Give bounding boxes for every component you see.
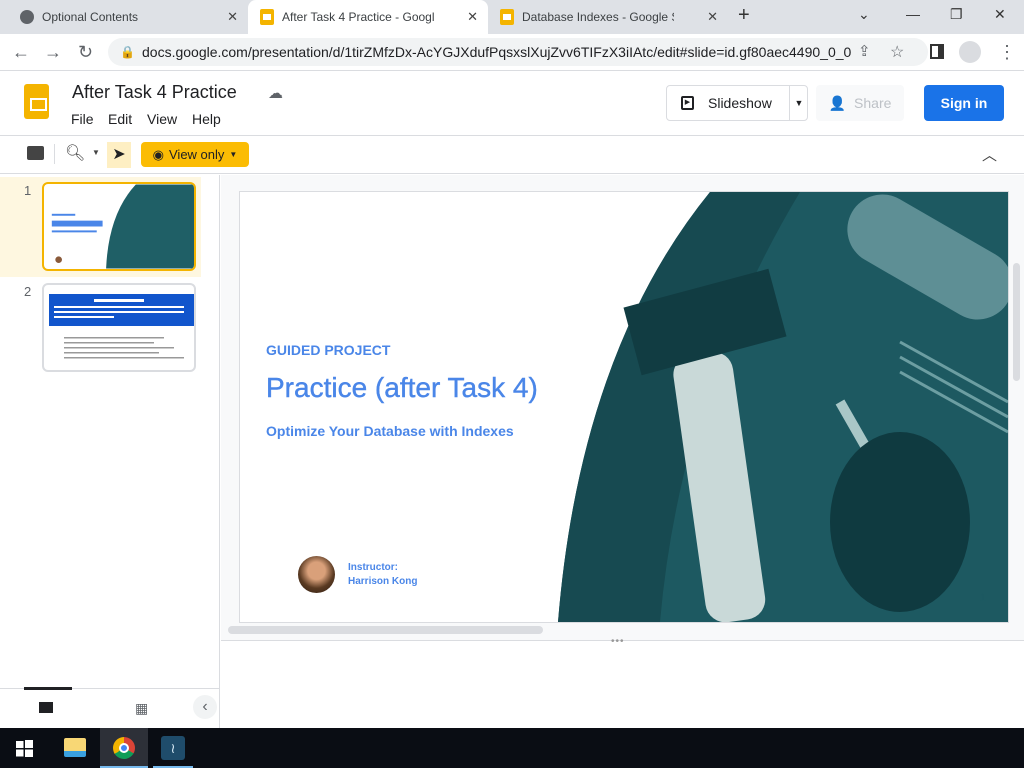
select-cursor-icon[interactable]: ➤ bbox=[107, 142, 131, 168]
play-icon: ▶ bbox=[681, 96, 694, 110]
slide-subtitle: Optimize Your Database with Indexes bbox=[266, 423, 514, 439]
minimize-button[interactable]: — bbox=[906, 6, 920, 22]
profile-avatar[interactable] bbox=[959, 41, 981, 63]
speaker-notes-panel[interactable] bbox=[221, 640, 1024, 728]
slide-number: 1 bbox=[24, 183, 32, 198]
tab-title: Optional Contents bbox=[42, 10, 139, 24]
slide-thumbnail-2[interactable] bbox=[42, 283, 196, 372]
windows-taskbar: ≀ bbox=[0, 728, 1024, 768]
slideshow-button[interactable]: ▶ Slideshow ▼ bbox=[666, 85, 808, 121]
filmstrip-view-icon[interactable] bbox=[39, 702, 53, 713]
mysql-workbench-icon: ≀ bbox=[161, 736, 185, 760]
grid-view-icon[interactable]: ▦ bbox=[135, 700, 148, 717]
share-page-icon[interactable]: ⇪ bbox=[858, 42, 871, 60]
view-only-button[interactable]: ◉ View only ▼ bbox=[141, 142, 249, 167]
vertical-scrollbar[interactable] bbox=[1013, 263, 1020, 381]
lock-icon: 🔒 bbox=[120, 45, 135, 59]
forward-icon[interactable]: → bbox=[44, 42, 62, 63]
taskbar-mysql-workbench[interactable]: ≀ bbox=[153, 728, 193, 768]
menu-help[interactable]: Help bbox=[192, 111, 221, 127]
tab-bar: Optional Contents ✕ After Task 4 Practic… bbox=[0, 0, 1024, 34]
chrome-icon bbox=[113, 737, 135, 759]
tab-title: Database Indexes - Google Slides bbox=[522, 10, 674, 24]
slide-2-preview bbox=[49, 294, 194, 359]
eye-icon: ◉ bbox=[152, 146, 164, 162]
tab-database-indexes[interactable]: Database Indexes - Google Slides ✕ bbox=[488, 0, 728, 34]
instructor-label: Instructor: bbox=[348, 562, 398, 573]
tab-after-task-4[interactable]: After Task 4 Practice - Google Slides ✕ bbox=[248, 0, 488, 34]
print-icon[interactable] bbox=[27, 146, 44, 160]
collapse-filmstrip-button[interactable]: ‹ bbox=[193, 695, 217, 719]
instructor-avatar bbox=[298, 556, 335, 593]
chevron-down-icon: ▼ bbox=[229, 150, 238, 159]
close-tab-icon[interactable]: ✕ bbox=[227, 9, 238, 25]
close-tab-icon[interactable]: ✕ bbox=[467, 9, 478, 25]
slides-icon bbox=[500, 9, 514, 25]
menu-edit[interactable]: Edit bbox=[108, 111, 132, 127]
back-icon[interactable]: ← bbox=[12, 42, 30, 63]
restore-button[interactable]: ❐ bbox=[950, 6, 963, 23]
windows-start-icon[interactable] bbox=[16, 740, 33, 757]
slide-page-number: 1 bbox=[980, 592, 987, 604]
globe-icon bbox=[20, 10, 34, 24]
menu-file[interactable]: File bbox=[71, 111, 94, 127]
close-window-button[interactable]: ✕ bbox=[994, 6, 1006, 23]
cloud-saved-icon[interactable]: ☁ bbox=[268, 84, 283, 102]
menu-view[interactable]: View bbox=[147, 111, 177, 127]
zoom-dropdown-icon[interactable]: ▼ bbox=[92, 148, 100, 157]
document-title[interactable]: After Task 4 Practice bbox=[72, 82, 237, 103]
slideshow-label: Slideshow bbox=[708, 95, 772, 111]
tab-optional-contents[interactable]: Optional Contents ✕ bbox=[8, 0, 248, 34]
toolbar: 🔍︎ ▼ ➤ ◉ View only ▼ ︿ bbox=[0, 136, 1024, 174]
slide-title: Practice (after Task 4) bbox=[266, 372, 538, 403]
slideshow-dropdown-icon[interactable]: ▼ bbox=[789, 86, 808, 120]
tab-title: After Task 4 Practice - Google Slides bbox=[282, 10, 434, 24]
view-only-label: View only bbox=[169, 147, 225, 162]
tools-photo bbox=[558, 192, 1008, 622]
app-header: After Task 4 Practice ☁ File Edit View H… bbox=[0, 71, 1024, 136]
collapse-toolbar-icon[interactable]: ︿ bbox=[982, 144, 997, 165]
tab-search-icon[interactable]: ⌄ bbox=[858, 6, 870, 23]
share-label: Share bbox=[854, 95, 892, 111]
instructor-name: Harrison Kong bbox=[348, 576, 418, 587]
slides-logo-icon[interactable] bbox=[24, 84, 49, 119]
browser-menu-icon[interactable]: ⋮ bbox=[998, 42, 1016, 63]
sign-in-button[interactable]: Sign in bbox=[924, 85, 1004, 121]
slide-thumbnail-1[interactable] bbox=[42, 182, 196, 271]
active-view-indicator bbox=[24, 687, 72, 690]
lock-person-icon: 👤 bbox=[828, 94, 847, 111]
address-bar-row: ← → ↻ 🔒 docs.google.com/presentation/d/1… bbox=[0, 34, 1024, 71]
slide-number: 2 bbox=[24, 284, 32, 299]
taskbar-chrome[interactable] bbox=[100, 728, 148, 768]
horizontal-scrollbar[interactable] bbox=[228, 626, 543, 634]
divider bbox=[54, 144, 55, 164]
bookmark-star-icon[interactable]: ☆ bbox=[890, 42, 904, 62]
close-tab-icon[interactable]: ✕ bbox=[707, 9, 718, 25]
slides-icon bbox=[260, 9, 274, 25]
side-panel-icon[interactable] bbox=[930, 44, 944, 59]
resize-handle-icon[interactable]: ••• bbox=[611, 636, 625, 647]
slide-kicker: GUIDED PROJECT bbox=[266, 342, 391, 358]
slide-1: GUIDED PROJECT Practice (after Task 4) O… bbox=[240, 192, 1008, 622]
filmstrip-panel: 1 2 ▦ ‹ bbox=[0, 175, 220, 728]
url-text: docs.google.com/presentation/d/1tirZMfzD… bbox=[142, 44, 852, 60]
share-button[interactable]: 👤 Share bbox=[816, 85, 904, 121]
file-explorer-icon[interactable] bbox=[64, 738, 86, 757]
new-tab-button[interactable]: + bbox=[738, 4, 750, 27]
slide-1-preview bbox=[51, 184, 194, 269]
url-input[interactable]: 🔒 docs.google.com/presentation/d/1tirZMf… bbox=[108, 38, 928, 66]
reload-icon[interactable]: ↻ bbox=[78, 42, 93, 63]
zoom-icon[interactable]: 🔍︎ bbox=[65, 143, 85, 163]
